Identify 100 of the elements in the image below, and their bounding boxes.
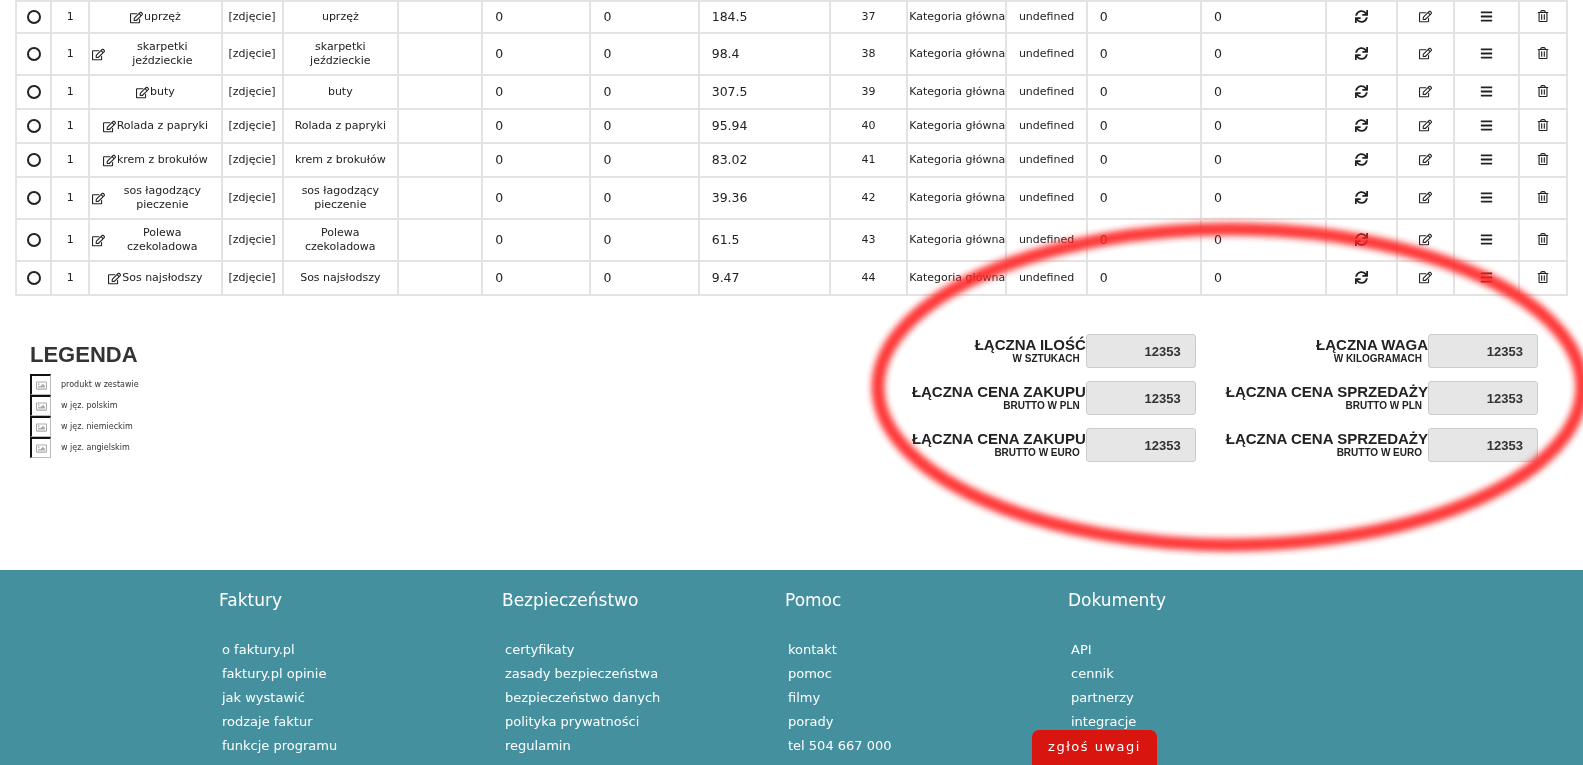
footer-link[interactable]: tel 504 667 000 [788,734,892,758]
table-cell: 0 [590,177,699,219]
edit-icon[interactable] [129,10,143,24]
table-cell: undefined [1006,261,1087,295]
refresh-icon[interactable] [1355,152,1369,166]
edit-icon[interactable] [1419,118,1432,132]
table-cell: 61.5 [698,219,830,261]
edit-icon[interactable] [92,233,106,247]
table-cell: Kategoria główna [907,143,1007,177]
refresh-icon[interactable] [1355,84,1369,98]
refresh-icon[interactable] [1355,190,1369,204]
radio-button[interactable] [26,119,41,133]
table-cell: 0 [590,1,699,33]
table-cell: 0 [482,219,591,261]
edit-icon[interactable] [1419,84,1432,98]
menu-icon[interactable] [1479,9,1493,23]
footer-link[interactable]: o faktury.pl [222,638,295,662]
footer-link[interactable]: filmy [788,686,821,710]
footer-link[interactable]: funkcje programu [222,734,338,758]
table-cell: 1 [51,33,90,75]
edit-icon[interactable] [1419,46,1432,60]
trash-icon[interactable] [1536,85,1549,97]
edit-icon[interactable] [108,271,122,285]
footer-link[interactable]: regulamin [505,734,571,758]
edit-icon[interactable] [92,191,106,205]
feedback-button[interactable]: zgłoś uwagi [1032,730,1157,765]
footer-link[interactable]: kontakt [788,638,837,662]
radio-button[interactable] [26,153,41,167]
trash-icon[interactable] [1536,47,1549,59]
table-cell: Polewa czekoladowa [282,219,398,261]
table-cell: buty [282,75,398,109]
refresh-icon[interactable] [1355,270,1369,284]
table-cell: 1 [51,1,90,33]
menu-icon[interactable] [1479,152,1493,166]
footer-link[interactable]: rodzaje faktur [222,710,313,734]
radio-button[interactable] [26,85,41,99]
menu-icon[interactable] [1479,46,1493,60]
table-cell: 184.5 [698,1,830,33]
product-name: Rolada z papryki [116,119,208,133]
edit-icon[interactable] [1419,232,1432,246]
menu-icon[interactable] [1479,190,1493,204]
table-cell: 0 [590,261,699,295]
table-cell: 0 [1086,75,1201,109]
trash-icon[interactable] [1536,153,1549,165]
menu-icon[interactable] [1479,84,1493,98]
radio-button[interactable] [26,271,41,285]
footer-link[interactable]: API [1071,638,1092,662]
table-cell: Kategoria główna [907,33,1007,75]
menu-icon[interactable] [1479,118,1493,132]
edit-icon[interactable] [92,47,106,61]
edit-icon[interactable] [1419,190,1432,204]
table-cell: 0 [1200,261,1327,295]
table-cell: 43 [830,219,908,261]
total-label: ŁĄCZNA ILOŚĆ [974,336,1086,353]
product-name: krem z brokułów [116,153,208,167]
refresh-icon[interactable] [1355,118,1369,132]
refresh-icon[interactable] [1355,46,1369,60]
trash-icon[interactable] [1536,191,1549,203]
edit-icon[interactable] [1419,152,1432,166]
table-cell: 0 [482,75,591,109]
trash-icon[interactable] [1536,10,1549,22]
table-cell: sos łagodzący pieczenie [282,177,398,219]
table-cell: 0 [1200,1,1327,33]
footer-link[interactable]: porady [788,710,834,734]
edit-icon[interactable] [102,119,116,133]
footer-link[interactable]: polityka prywatności [505,710,640,734]
edit-icon[interactable] [1419,9,1432,23]
table-cell: 0 [1200,75,1327,109]
refresh-icon[interactable] [1355,9,1369,23]
table-cell: skarpetki jeździeckie [282,33,398,75]
footer-link[interactable]: partnerzy [1071,686,1134,710]
legend-label: w jęz. niemieckim [61,422,133,431]
footer-link[interactable]: jak wystawić [222,686,305,710]
radio-button[interactable] [26,233,41,247]
footer-link[interactable]: certyfikaty [505,638,575,662]
trash-icon[interactable] [1536,233,1549,245]
edit-icon[interactable] [102,153,116,167]
footer-link[interactable]: bezpieczeństwo danych [505,686,661,710]
edit-icon[interactable] [135,85,149,99]
total-label: ŁĄCZNA CENA ZAKUPU [911,383,1086,400]
footer-link[interactable]: cennik [1071,662,1114,686]
product-name: Sos najsłodszy [122,271,203,285]
footer-link[interactable]: faktury.pl opinie [222,662,327,686]
table-cell: 1 [51,75,90,109]
radio-button[interactable] [26,47,41,61]
table-cell: 9.47 [698,261,830,295]
product-name: sos łagodzący pieczenie [122,184,202,212]
edit-icon[interactable] [1419,270,1432,284]
radio-button[interactable] [26,10,41,24]
trash-icon[interactable] [1536,119,1549,131]
table-cell: 0 [482,33,591,75]
broken-image-icon [30,395,51,416]
radio-button[interactable] [26,191,41,205]
footer-link[interactable]: pomoc [788,662,832,686]
footer-link[interactable]: zasady bezpieczeństwa [505,662,659,686]
table-cell: 0 [590,143,699,177]
footer-heading: Pomoc [785,590,842,610]
table-cell: 42 [830,177,908,219]
menu-icon[interactable] [1479,232,1493,246]
trash-icon[interactable] [1536,271,1549,283]
